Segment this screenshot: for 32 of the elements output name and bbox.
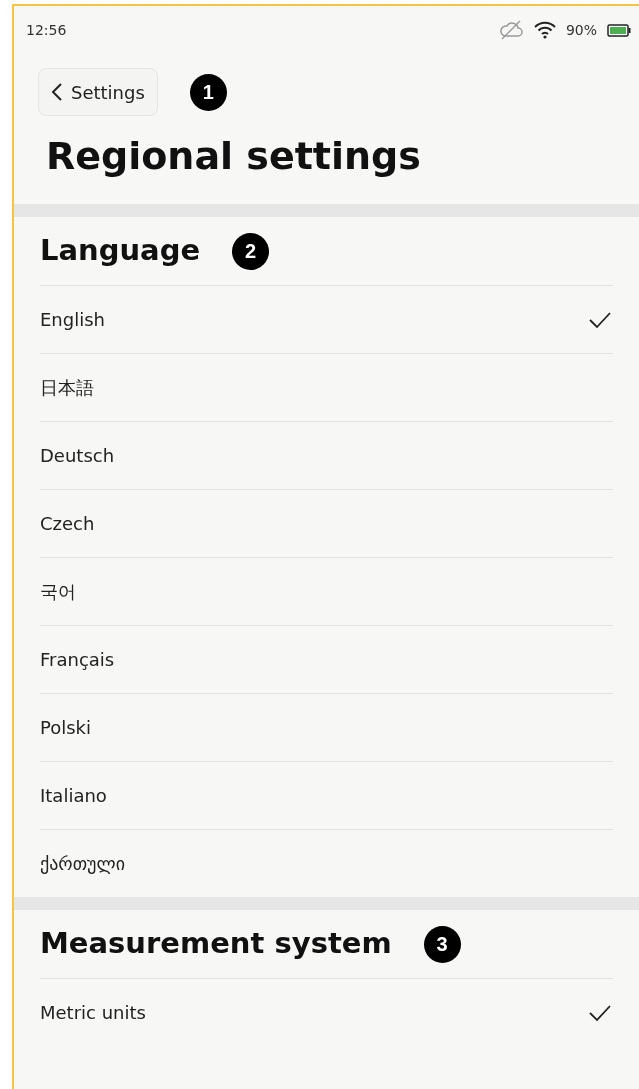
option-row[interactable]: Italiano (40, 761, 613, 829)
section-heading: Language (40, 232, 201, 270)
battery-percentage: 90% (565, 20, 597, 40)
option-label: 日本語 (40, 376, 94, 400)
option-row[interactable]: Metric units (40, 978, 613, 1046)
option-label: Italiano (40, 784, 107, 808)
option-row[interactable]: English (40, 285, 613, 353)
option-row[interactable]: Czech (40, 489, 613, 557)
status-time: 12:56 (26, 20, 67, 40)
option-label: ქართული (40, 852, 125, 876)
option-label: Deutsch (40, 444, 115, 468)
option-row[interactable]: 국어 (40, 557, 613, 625)
option-row[interactable]: Polski (40, 693, 613, 761)
option-row[interactable]: Français (40, 625, 613, 693)
option-label: Metric units (40, 1001, 146, 1025)
back-button[interactable]: Settings (38, 68, 158, 116)
option-label: Français (40, 648, 115, 672)
page-title: Regional settings (45, 133, 422, 180)
option-label: Polski (40, 716, 92, 740)
callout-marker: 2 (232, 232, 270, 270)
callout-marker: 3 (423, 925, 461, 963)
option-label: 국어 (40, 580, 76, 604)
chevron-left-icon (51, 82, 63, 102)
wifi-icon (533, 21, 556, 39)
callout-marker: 1 (189, 73, 227, 111)
option-label: English (40, 308, 105, 332)
option-label: Czech (40, 512, 95, 536)
option-row[interactable]: 日本語 (40, 353, 613, 421)
battery-icon (607, 23, 631, 37)
sync-off-icon (497, 20, 524, 40)
section-heading: Measurement system (40, 925, 392, 963)
option-row[interactable]: Deutsch (40, 421, 613, 489)
